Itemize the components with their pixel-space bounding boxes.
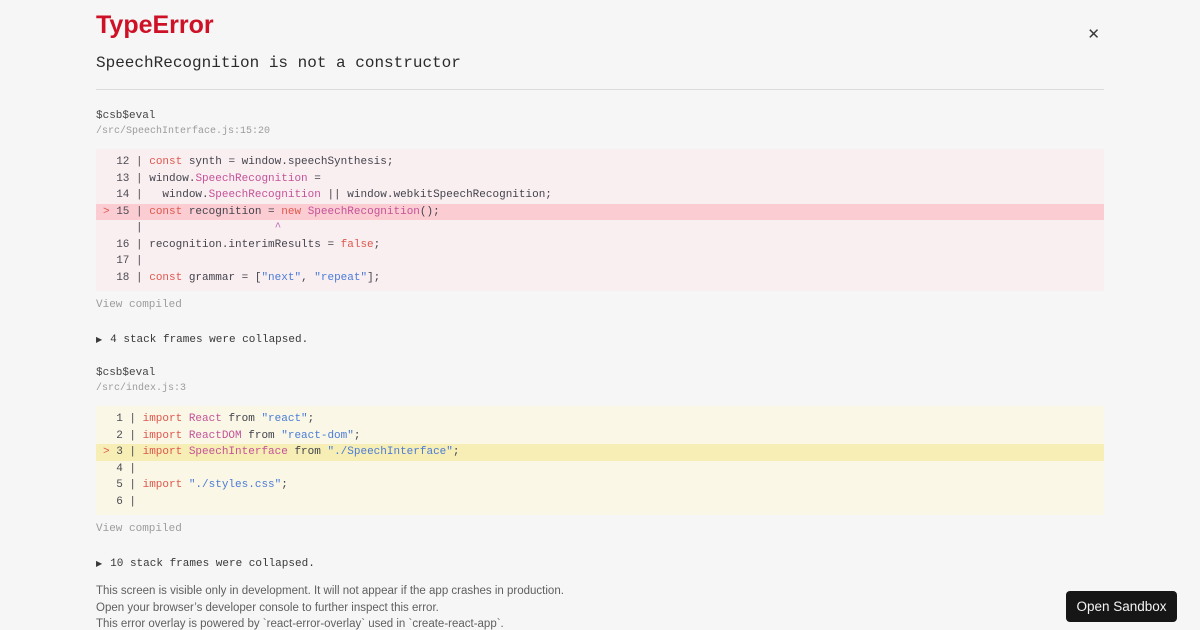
view-compiled-link[interactable]: View compiled (96, 299, 182, 311)
frame-function-name: $csb$eval (96, 110, 156, 122)
code-frame: 1 | import React from "react"; 2 | impor… (96, 406, 1104, 515)
frame-function-name: $csb$eval (96, 367, 156, 379)
collapsed-frames-toggle-2[interactable]: ▶ 10 stack frames were collapsed. (96, 558, 1104, 571)
footer-line-1: This screen is visible only in developme… (96, 585, 564, 597)
collapsed-frames-toggle-1[interactable]: ▶ 4 stack frames were collapsed. (96, 334, 1104, 347)
view-compiled-link[interactable]: View compiled (96, 523, 182, 535)
stack-frame-2: $csb$eval /src/index.js:3 1 | import Rea… (96, 367, 1104, 536)
footer-note: This screen is visible only in developme… (96, 583, 1104, 630)
open-sandbox-button[interactable]: Open Sandbox (1066, 591, 1177, 622)
error-title: TypeError (96, 11, 214, 39)
frame-file-location: /src/SpeechInterface.js:15:20 (96, 126, 271, 137)
stack-frame-1: $csb$eval /src/SpeechInterface.js:15:20 … (96, 110, 1104, 312)
chevron-right-icon: ▶ (96, 560, 103, 569)
divider (96, 89, 1104, 90)
collapsed-frames-label: 10 stack frames were collapsed. (110, 558, 315, 570)
chevron-right-icon: ▶ (96, 336, 103, 345)
collapsed-frames-label: 4 stack frames were collapsed. (110, 334, 309, 346)
footer-line-3: This error overlay is powered by `react-… (96, 618, 504, 630)
error-message: SpeechRecognition is not a constructor (96, 54, 461, 72)
code-frame: 12 | const synth = window.speechSynthesi… (96, 149, 1104, 291)
footer-line-2: Open your browser’s developer console to… (96, 601, 439, 614)
close-icon[interactable]: ✕ (1087, 27, 1100, 42)
frame-file-location: /src/index.js:3 (96, 383, 187, 394)
error-overlay: ✕ TypeError SpeechRecognition is not a c… (0, 13, 1200, 630)
